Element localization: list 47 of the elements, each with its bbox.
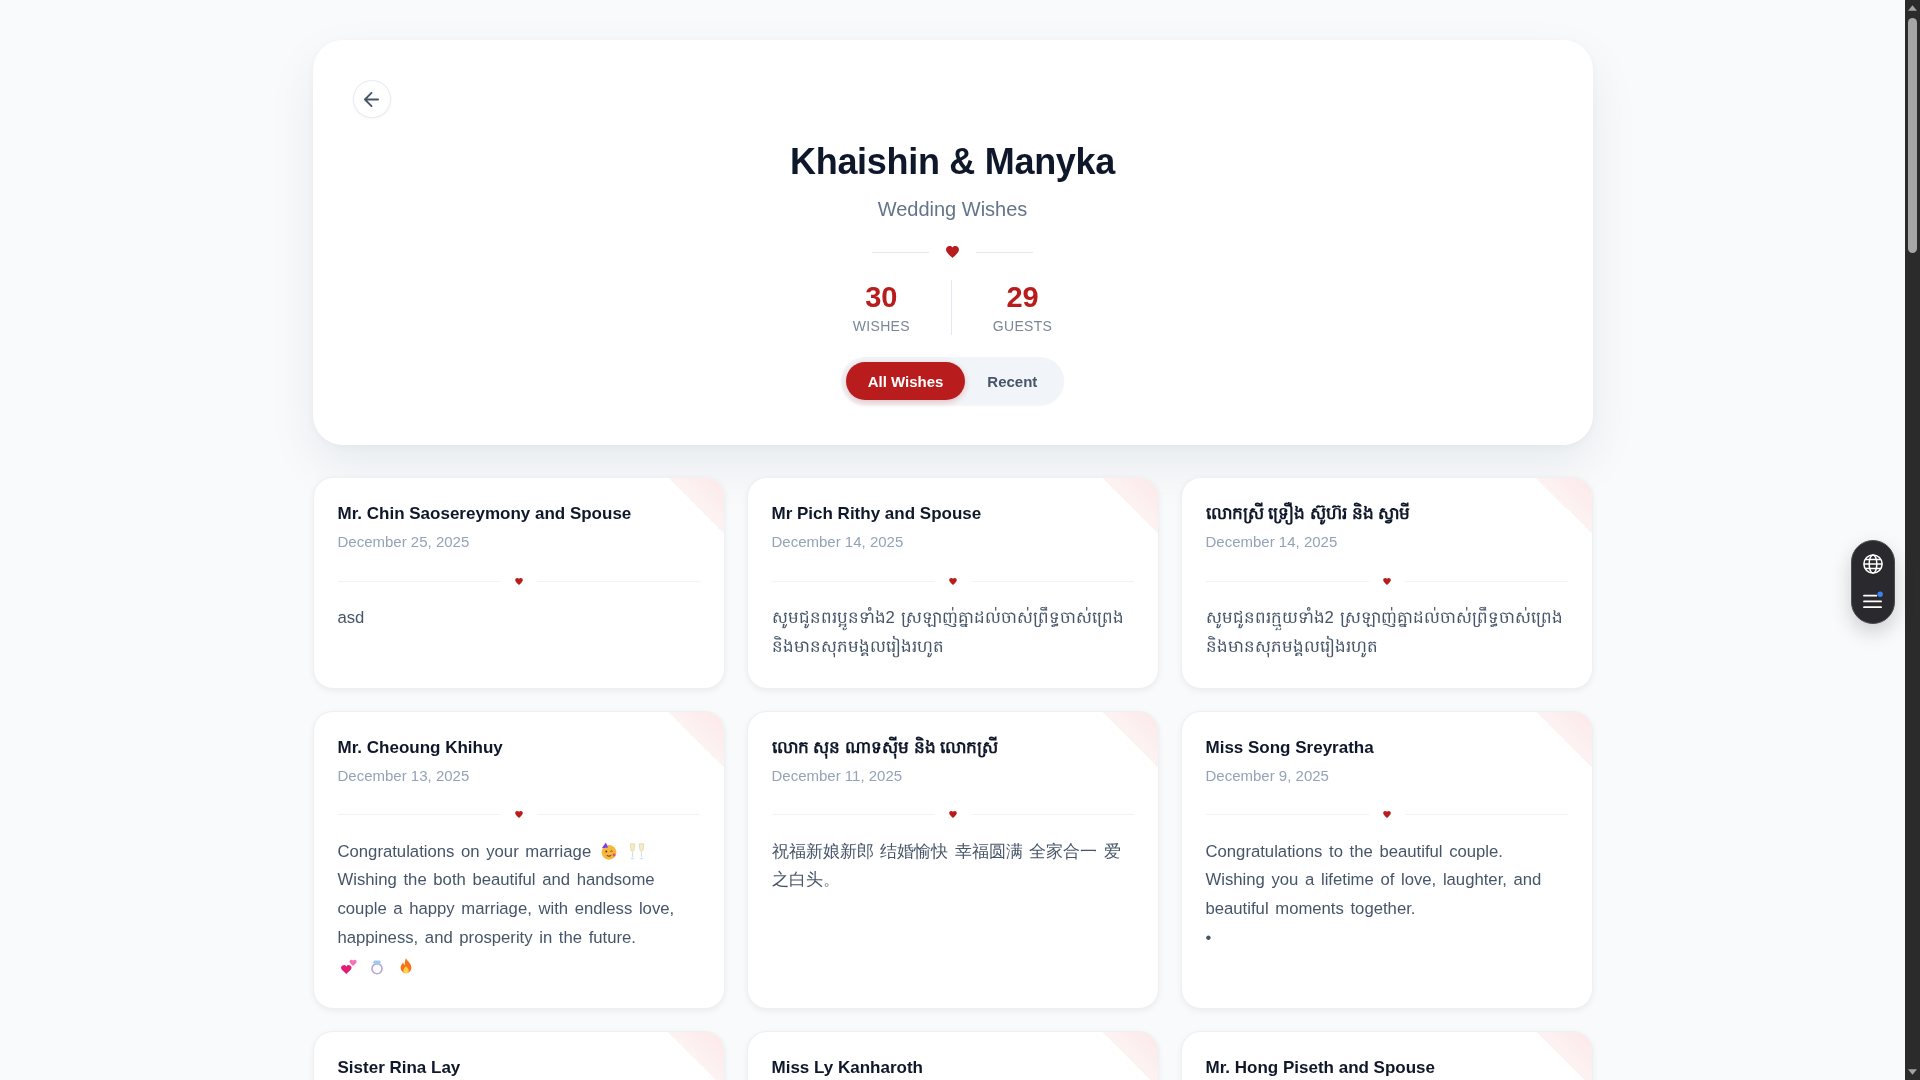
filter-tab[interactable]: All Wishes [845,362,966,400]
heart-icon [1382,811,1391,819]
stat-label: WISHES [852,317,910,335]
party-face-icon [599,841,618,860]
guest-name: Sister Rina Lay [337,1056,461,1079]
wish-message: Congratulations to the beautiful couple. Wishing you a lifetime of love, laughter, and beautiful moments together. • [1205,840,1543,949]
wish-date: December 25, 2025 [337,532,470,552]
heart-icon [948,577,957,585]
guest-name: Mr. Chin Saosereymony and Spouse [337,503,632,525]
back-arrow-icon [364,91,379,107]
heart-icon [514,811,523,819]
guest-name: Mr. Hong Piseth and Spouse [1205,1056,1436,1079]
heart-icon [514,577,523,585]
guest-name: Miss Ly Kanharoth [771,1056,923,1079]
heart-icon [1382,577,1391,585]
guest-name: Mr Pich Rithy and Spouse [771,503,982,525]
wish-date: December 14, 2025 [771,532,904,552]
scrollbar[interactable] [1905,0,1920,1080]
guest-name: លោកស្រី ទ្រឿង ស៊ូហ៊រ និង ស្វាមី [1205,503,1411,525]
guest-name: លោក សុន ណាទស៊ីម និង លោកស្រី [771,736,999,759]
wish-message: asd [337,607,365,629]
scrollbar-thumb[interactable] [1908,18,1917,253]
wish-date: December 13, 2025 [337,765,470,786]
filter-tab[interactable]: Recent [965,362,1060,400]
wish-message: សូមជូនពរក្មួយទាំង2 ស្រឡាញ់គ្នាដល់ចាស់ព្រឹទ្ធចាស់ព្រេង និងមានសុភមង្គលរៀងរហូត [1205,605,1565,660]
page-subtitle: Wedding Wishes [877,197,1028,222]
wish-date: December 14, 2025 [1205,532,1338,552]
wish-message: សូមជូនពរប្អូនទាំង2 ស្រឡាញ់គ្នាដល់ចាស់ព្រឹទ្ធចាស់ព្រេង និងមានសុភមង្គលរៀងរហូត [771,605,1126,660]
scroll-up-icon[interactable] [1908,5,1917,11]
stat-value: 29 [1006,280,1039,315]
menu-icon [1863,590,1883,610]
wish-date: December 11, 2025 [771,765,903,786]
guest-name: Mr. Cheoung Khihuy [337,736,503,759]
stat-value: 30 [865,280,898,315]
scroll-down-icon[interactable] [1908,1069,1917,1075]
wish-date: December 9, 2025 [1205,765,1329,786]
wish-message: 祝福新娘新郎 结婚愉快 幸福圆满 全家合一 爱之白头。 [771,840,1123,892]
guest-name: Miss Song Sreyratha [1205,736,1374,759]
wish-message: Wishing the both beautiful and handsome couple a happy marriage, with endless love, happiness, and prosperity in the future. [337,869,676,949]
heart-icon [948,811,957,819]
globe-icon [1863,554,1883,574]
couple-title: Khaishin & Manyka [790,140,1115,184]
wish-message: Congratulations on your marriage [337,840,592,863]
champagne-glasses-icon [628,841,647,860]
stat-label: GUESTS [992,317,1053,335]
heart-icon [946,246,959,258]
back-button[interactable] [352,80,391,118]
